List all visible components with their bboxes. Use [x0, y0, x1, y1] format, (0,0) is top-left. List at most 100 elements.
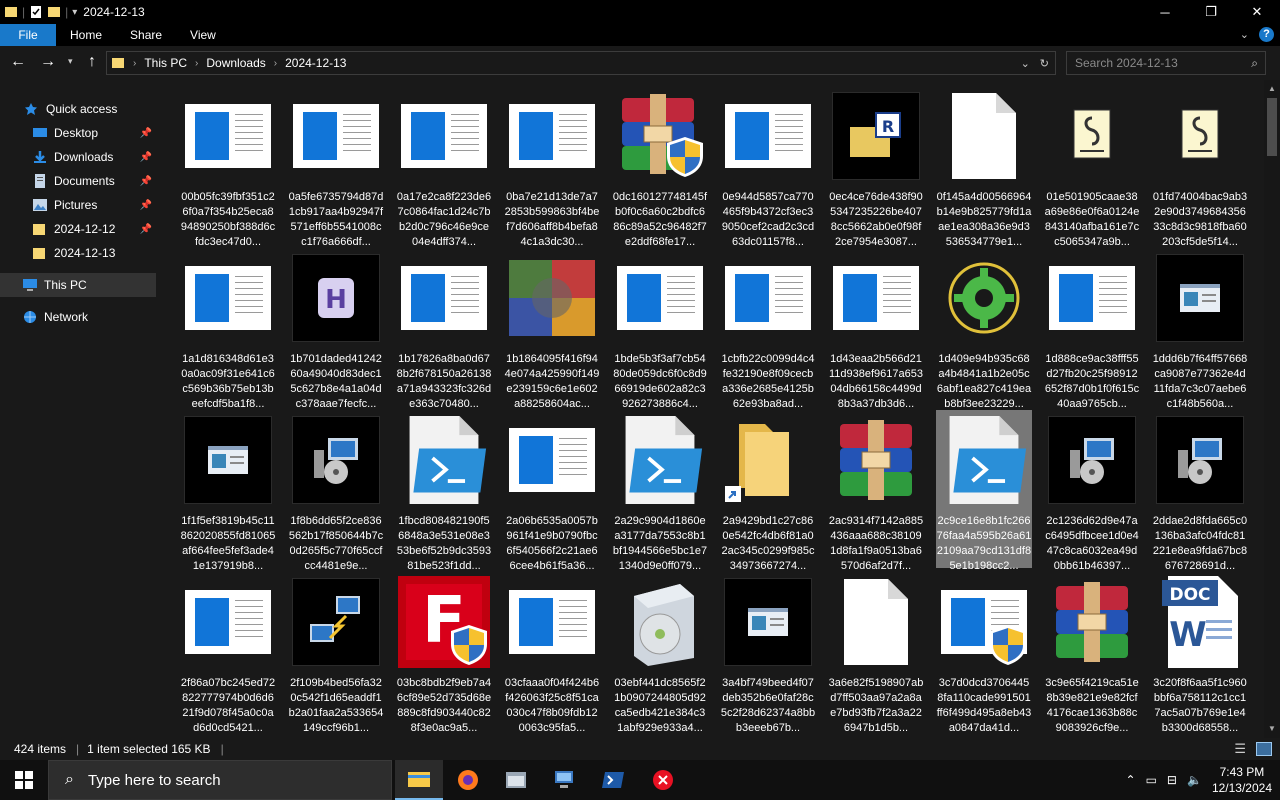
back-button[interactable]: ← — [4, 53, 32, 71]
breadcrumb-current-folder[interactable]: 2024-12-13 — [285, 56, 346, 70]
file-item[interactable]: 1f8b6dd65f2ce836562b17f850644b7c0d265f5c… — [288, 410, 384, 572]
tab-share[interactable]: Share — [116, 24, 176, 46]
file-list-view[interactable]: 00b05fc39fbf351c26f0a7f354b25eca89489025… — [158, 80, 1264, 738]
file-item[interactable]: 0f145a4d00566964b14e9b825779fd1aae1ea308… — [936, 86, 1032, 248]
recent-locations-icon[interactable]: ▾ — [68, 56, 73, 67]
volume-muted-icon[interactable]: 🔈 — [1187, 773, 1202, 787]
file-item[interactable]: 2c9ce16e8b1fc26676faa4a595b26a612109aa79… — [936, 410, 1032, 572]
maximize-button[interactable]: ❐ — [1188, 0, 1234, 24]
sidebar-item-desktop[interactable]: Desktop 📌 — [32, 121, 156, 145]
file-item[interactable]: 3c7d0dcd37064458fa110cade991501ff6f499d4… — [936, 572, 1032, 734]
sidebar-item-pictures[interactable]: Pictures 📌 — [32, 193, 156, 217]
close-button[interactable]: ✕ — [1234, 0, 1280, 24]
expand-ribbon-icon[interactable]: ⌄ — [1240, 28, 1249, 41]
tab-home[interactable]: Home — [56, 24, 116, 46]
file-item[interactable]: 00b05fc39fbf351c26f0a7f354b25eca89489025… — [180, 86, 276, 248]
file-item[interactable]: 1ddd6b7f64ff57668ca9087e77362e4d11fda7c3… — [1152, 248, 1248, 410]
scrollbar-thumb[interactable] — [1267, 98, 1277, 156]
file-item[interactable]: 2ac9314f7142a885436aaa688c381091d8fa1f9a… — [828, 410, 924, 572]
file-item[interactable]: 2c1236d62d9e47ac6495dfbcee1d0e447c8ca603… — [1044, 410, 1140, 572]
sidebar-item-downloads[interactable]: Downloads 📌 — [32, 145, 156, 169]
breadcrumb-downloads[interactable]: Downloads — [206, 56, 265, 70]
sidebar-item-quick-access[interactable]: Quick access — [24, 97, 180, 121]
file-item[interactable]: 2f86a07bc245ed72822777974b0d6d621f9d078f… — [180, 572, 276, 734]
installer-icon — [1156, 416, 1244, 504]
file-item[interactable]: 1d43eaa2b566d2111d938ef9617a65304db66158… — [828, 248, 924, 410]
minimize-button[interactable]: ─ — [1142, 0, 1188, 24]
file-item[interactable]: 3c9e65f4219ca51e8b39e821e9e82fcf4176cae1… — [1044, 572, 1140, 734]
large-icons-view-icon[interactable] — [1256, 742, 1272, 756]
file-item[interactable]: 2f109b4bed56fa320c542f1d65eaddf1b2a01faa… — [288, 572, 384, 734]
file-item[interactable]: 0a17e2ca8f223de67c0864fac1d24c7bb2d0c796… — [396, 86, 492, 248]
firefox-taskbar-icon[interactable] — [444, 760, 492, 800]
search-icon[interactable]: ⌕ — [1251, 52, 1258, 74]
file-item[interactable]: 2ddae2d8fda665c0136ba3afc04fdc81221e8ea9… — [1152, 410, 1248, 572]
file-item[interactable]: 1d409e94b935c68a4b4841a1b2e05c6abf1ea827… — [936, 248, 1032, 410]
forward-button[interactable]: → — [34, 53, 62, 71]
file-item[interactable]: 0a5fe6735794d87d1cb917aa4b92947f571eff6b… — [288, 86, 384, 248]
sidebar-item-network[interactable]: Network — [22, 305, 156, 329]
customize-toolbar-icon[interactable]: ▾ — [72, 7, 77, 18]
sidebar-item-2024-12-12[interactable]: 2024-12-12 📌 — [32, 217, 156, 241]
taskbar-search-input[interactable]: ⌕ Type here to search — [48, 760, 392, 800]
file-item[interactable]: 1a1d816348d61e30a0ac09f31e641c6c569b36b7… — [180, 248, 276, 410]
file-item[interactable]: 03ebf441dc8565f21b0907244805d92ca5edb421… — [612, 572, 708, 734]
file-item[interactable]: 3a4bf749beed4f07deb352b6e0faf28c5c2f28d6… — [720, 572, 816, 734]
sidebar-item-label: Network — [44, 310, 89, 324]
desktop-icon — [32, 126, 48, 140]
file-item[interactable]: 0e944d5857ca770465f9b4372cf3ec39050cef2c… — [720, 86, 816, 248]
file-item[interactable]: 2a29c9904d1860ea3177da7553c8b1bf1944566e… — [612, 410, 708, 572]
file-item[interactable]: 1d888ce9ac38fff55d27fb20c25f98912652f87d… — [1044, 248, 1140, 410]
file-item[interactable]: 1bde5b3f3af7cb5480de059dc6f0c8d966919de6… — [612, 248, 708, 410]
file-item[interactable]: 0ba7e21d13de7a72853b599863bf4bef7d606aff… — [504, 86, 600, 248]
chevron-right-icon[interactable]: › — [274, 58, 277, 69]
scroll-down-icon[interactable]: ▼ — [1268, 724, 1276, 733]
clock[interactable]: 7:43 PM 12/13/2024 — [1212, 764, 1272, 796]
file-explorer-taskbar-icon[interactable] — [395, 760, 443, 800]
breadcrumb-this-pc[interactable]: This PC — [144, 56, 187, 70]
keyboard-icon[interactable]: ▭ — [1146, 773, 1157, 787]
address-dropdown-icon[interactable]: ⌄ — [1021, 57, 1030, 70]
chevron-right-icon[interactable]: › — [195, 58, 198, 69]
file-name: 1a1d816348d61e30a0ac09f31e641c6c569b36b7… — [181, 353, 275, 410]
file-item[interactable]: 1fbcd808482190f56848a3e531e08e353be6f52b… — [396, 410, 492, 572]
file-item[interactable]: 1b1864095f416f944e074a425990f149e239159c… — [504, 248, 600, 410]
file-item[interactable]: 01fd74004bac9ab32e90d374968435633c8d3c98… — [1152, 86, 1248, 248]
file-item[interactable]: 2a9429bd1c27c860e542fc4db6f81a02ac345c02… — [720, 410, 816, 572]
file-item[interactable]: 03cfaaa0f04f424b6f426063f25c8f51ca030c47… — [504, 572, 600, 734]
error-app-taskbar-icon[interactable] — [639, 760, 687, 800]
help-icon[interactable]: ? — [1259, 27, 1274, 42]
file-name: 1fbcd808482190f56848a3e531e08e353be6f52b… — [396, 515, 492, 572]
sidebar-item-2024-12-13[interactable]: 2024-12-13 — [32, 241, 156, 265]
up-button[interactable]: ↑ — [78, 53, 106, 71]
tab-file[interactable]: File — [0, 24, 56, 46]
show-hidden-icons-icon[interactable]: ⌃ — [1126, 773, 1136, 787]
powershell-taskbar-icon[interactable] — [589, 760, 637, 800]
file-item[interactable]: DOC W 3c20f8f6aa5f1c960bbf6a758112c1cc17ac… — [1152, 572, 1248, 734]
sidebar-item-documents[interactable]: Documents 📌 — [32, 169, 156, 193]
tab-view[interactable]: View — [176, 24, 230, 46]
details-view-icon[interactable]: ☰ — [1234, 741, 1246, 757]
file-item[interactable]: F 03bc8bdb2f9eb7a46cf89e52d735d68e889c8fd… — [396, 572, 492, 734]
app-window-taskbar-icon[interactable] — [492, 760, 540, 800]
file-item[interactable]: 3a6e82f5198907abd7ff503aa97a2a8ae7bd93fb… — [828, 572, 924, 734]
file-item[interactable]: H 1b701daded4124260a49040d83dec15c627b8e4… — [288, 248, 384, 410]
scroll-up-icon[interactable]: ▲ — [1268, 84, 1276, 93]
sidebar-item-this-pc[interactable]: This PC — [0, 273, 156, 297]
file-item[interactable]: R 0ec4ce76de438f905347235226be4078cc5662a… — [828, 86, 924, 248]
file-item[interactable]: 2a06b6535a0057b961f41e9b0790fbc6f540566f… — [504, 410, 600, 572]
network-status-icon[interactable]: ⊟ — [1167, 773, 1177, 787]
file-item[interactable]: 1f1f5ef3819b45c11862020855fd81065af664fe… — [180, 410, 276, 572]
file-item[interactable]: 01e501905caae38a69e86e0f6a0124e843140afb… — [1044, 86, 1140, 248]
start-button[interactable] — [0, 760, 48, 800]
remote-desktop-taskbar-icon[interactable] — [540, 760, 588, 800]
properties-icon[interactable] — [29, 5, 43, 19]
vertical-scrollbar[interactable]: ▲ ▼ — [1264, 80, 1280, 738]
new-folder-icon[interactable] — [47, 5, 61, 19]
file-item[interactable]: 1cbfb22c0099d4c4fe32190e8f09cecba336e268… — [720, 248, 816, 410]
search-input[interactable]: Search 2024-12-13 ⌕ — [1066, 51, 1266, 75]
file-item[interactable]: 0dc160127748145fb0f0c6a60c2bdfc686c89a52… — [612, 86, 708, 248]
file-item[interactable]: 1b17826a8ba0d678b2f678150a26138a71a94332… — [396, 248, 492, 410]
refresh-icon[interactable]: ↻ — [1040, 57, 1049, 70]
address-bar[interactable]: › This PC › Downloads › 2024-12-13 ⌄ ↻ — [106, 51, 1056, 75]
